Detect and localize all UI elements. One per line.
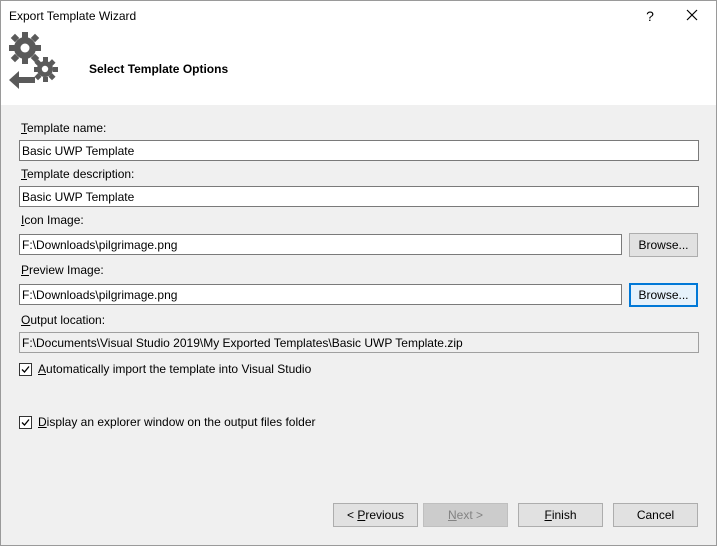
checkmark-icon xyxy=(21,366,30,373)
template-description-label-rest: emplate description: xyxy=(27,167,135,181)
preview-image-label-rest: review Image: xyxy=(29,263,104,277)
display-explorer-label: Display an explorer window on the output… xyxy=(38,415,316,429)
finish-button-rest: inish xyxy=(551,508,577,522)
icon-image-browse-button[interactable]: Browse... xyxy=(629,233,698,257)
help-button[interactable]: ? xyxy=(637,6,663,26)
auto-import-label-rest: utomatically import the template into Vi… xyxy=(46,362,312,376)
preview-image-input[interactable] xyxy=(19,284,622,305)
previous-button-prefix: < xyxy=(346,508,358,522)
icon-image-input[interactable] xyxy=(19,234,622,255)
icon-image-label: Icon Image: xyxy=(21,213,84,227)
wizard-header: Select Template Options xyxy=(1,31,716,105)
preview-image-label: Preview Image: xyxy=(21,263,104,277)
icon-image-label-rest: con Image: xyxy=(24,213,84,227)
template-name-label: Template name: xyxy=(21,121,106,135)
page-title: Select Template Options xyxy=(89,62,229,76)
preview-image-browse-button[interactable]: Browse... xyxy=(629,283,698,307)
close-icon xyxy=(686,9,698,21)
next-button-rest: ext > xyxy=(456,508,484,522)
finish-button[interactable]: Finish xyxy=(518,503,603,527)
output-location-label-key: O xyxy=(21,313,31,327)
export-template-wizard-window: Export Template Wizard ? Select Template… xyxy=(0,0,717,546)
title-bar: Export Template Wizard ? xyxy=(1,1,716,31)
preview-image-label-key: P xyxy=(21,263,30,277)
gears-export-icon xyxy=(5,31,63,96)
close-button[interactable] xyxy=(679,6,705,26)
display-explorer-label-key: D xyxy=(38,415,47,429)
finish-button-key: F xyxy=(544,508,552,522)
previous-button[interactable]: < Previous xyxy=(333,503,418,527)
display-explorer-label-rest: isplay an explorer window on the output … xyxy=(46,415,316,429)
window-title: Export Template Wizard xyxy=(9,9,137,23)
output-location-label-rest: utput location: xyxy=(30,313,106,327)
display-explorer-checkbox-box[interactable] xyxy=(19,416,32,429)
template-name-label-rest: emplate name: xyxy=(27,121,107,135)
next-button[interactable]: Next > xyxy=(423,503,508,527)
output-location-field[interactable] xyxy=(19,332,699,353)
auto-import-label-key: A xyxy=(38,362,47,376)
output-location-label: Output location: xyxy=(21,313,105,327)
auto-import-checkbox-box[interactable] xyxy=(19,363,32,376)
previous-button-rest: revious xyxy=(365,508,405,522)
template-name-input[interactable] xyxy=(19,140,699,161)
next-button-key: N xyxy=(447,508,457,522)
checkmark-icon xyxy=(21,419,30,426)
auto-import-label: Automatically import the template into V… xyxy=(38,362,311,376)
template-description-label: Template description: xyxy=(21,167,134,181)
cancel-button[interactable]: Cancel xyxy=(613,503,698,527)
template-description-input[interactable] xyxy=(19,186,699,207)
